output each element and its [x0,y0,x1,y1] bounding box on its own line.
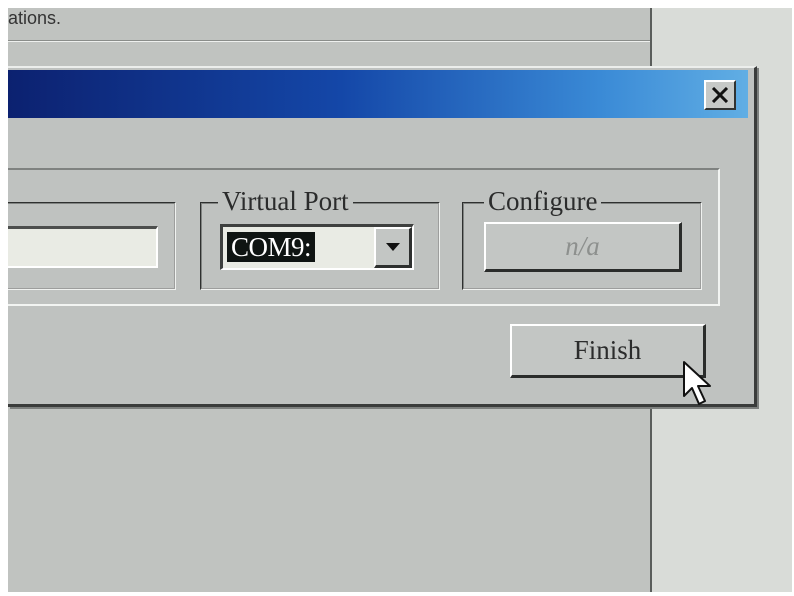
configure-label: Configure [484,186,602,217]
virtual-port-selected-value: COM9: [227,232,316,262]
background-window-divider [8,40,650,42]
dialog-titlebar[interactable] [8,70,748,118]
virtual-port-label: Virtual Port [218,186,353,217]
close-icon [711,87,729,103]
name-input[interactable] [8,226,158,268]
configure-button[interactable]: n/a [484,222,682,272]
close-button[interactable] [704,80,736,110]
mouse-pointer-icon [683,361,711,405]
dropdown-button[interactable] [374,227,412,268]
configure-group: Configure n/a [462,186,702,290]
dialog-window: Virtual Port COM9: Configure n/a Finish [8,66,757,407]
virtual-port-select[interactable]: COM9: [220,224,414,270]
virtual-port-group: Virtual Port COM9: [200,186,440,290]
name-group [8,202,176,290]
background-window-text: ations. [8,8,62,28]
chevron-down-icon [385,243,400,251]
screen: ations. Virtual Port COM9: Configure n/a… [8,8,792,592]
finish-button[interactable]: Finish [510,324,706,378]
